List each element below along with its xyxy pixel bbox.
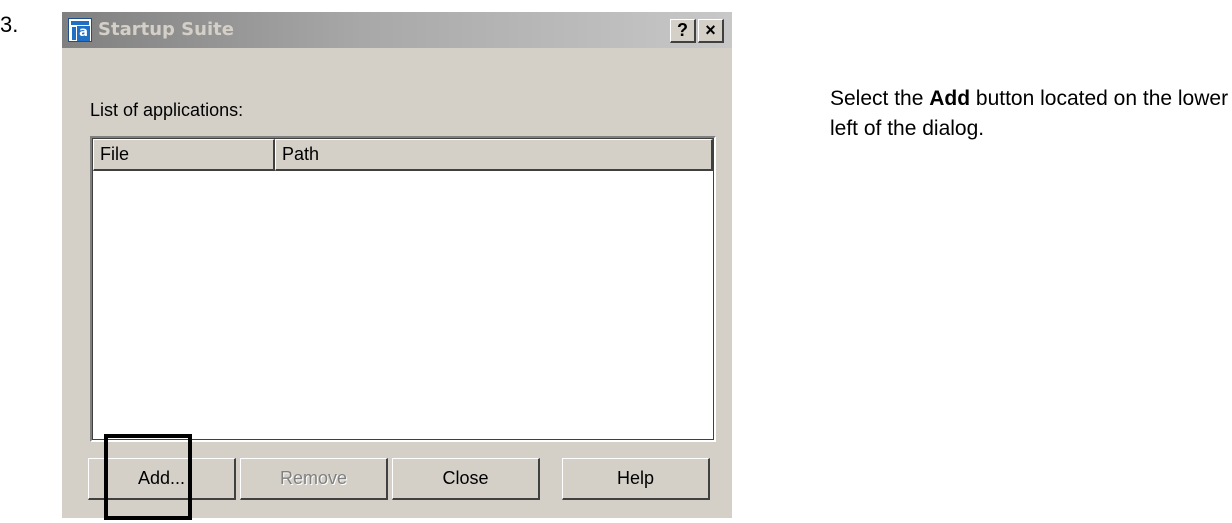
column-header-path[interactable]: Path bbox=[275, 139, 713, 171]
app-logo-letter: a bbox=[77, 26, 90, 41]
startup-suite-dialog: a Startup Suite ? × List of applications… bbox=[62, 12, 732, 518]
applications-list[interactable]: File Path bbox=[90, 136, 716, 442]
app-logo-icon: a bbox=[68, 18, 92, 42]
list-label: List of applications: bbox=[90, 100, 244, 120]
remove-button: Remove bbox=[240, 458, 388, 500]
dialog-title: Startup Suite bbox=[98, 19, 234, 40]
add-button[interactable]: Add... bbox=[88, 458, 236, 500]
instruction-prefix: Select the bbox=[830, 87, 930, 110]
instruction-text: Select the Add button located on the low… bbox=[830, 84, 1230, 144]
help-button[interactable]: Help bbox=[562, 458, 710, 500]
dialog-titlebar[interactable]: a Startup Suite ? × bbox=[62, 12, 732, 48]
help-icon[interactable]: ? bbox=[670, 19, 696, 43]
close-button[interactable]: Close bbox=[392, 458, 540, 500]
list-header: File Path bbox=[93, 139, 713, 171]
close-icon[interactable]: × bbox=[698, 19, 724, 43]
column-header-file[interactable]: File bbox=[93, 139, 275, 171]
step-number: 3. bbox=[0, 12, 19, 37]
list-body[interactable] bbox=[93, 172, 713, 439]
instruction-emphasis: Add bbox=[929, 87, 971, 110]
